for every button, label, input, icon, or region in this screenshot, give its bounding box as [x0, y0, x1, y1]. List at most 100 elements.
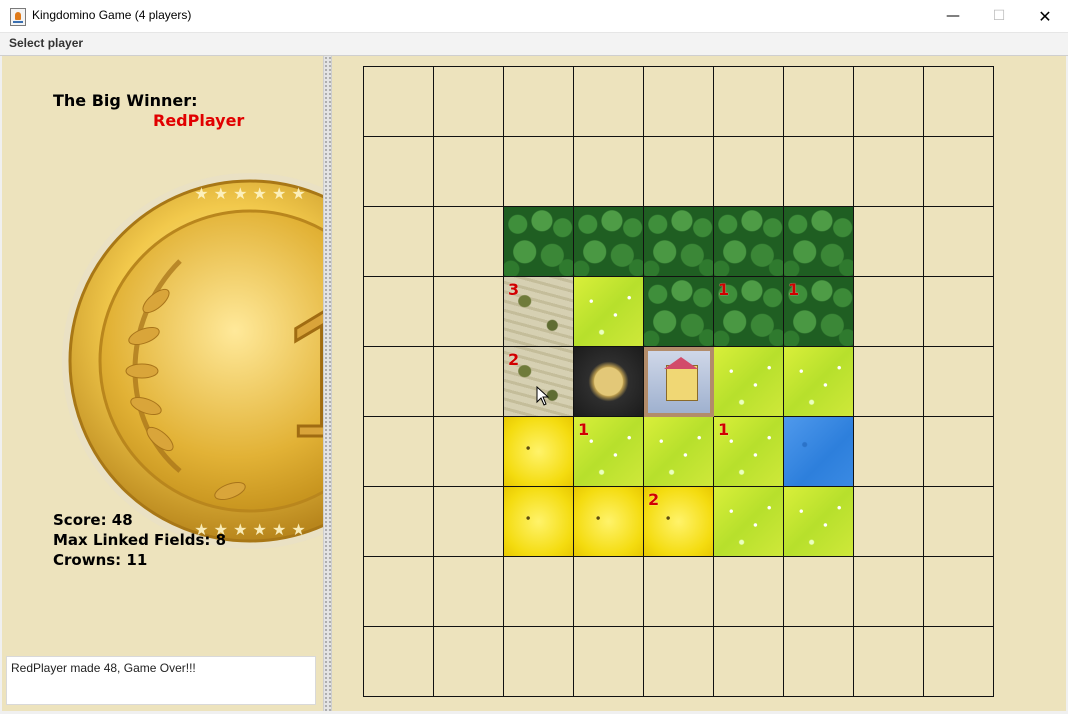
empty-cell[interactable] — [434, 277, 504, 347]
close-button[interactable]: ✕ — [1022, 0, 1068, 32]
empty-cell[interactable] — [784, 67, 854, 137]
tile-grass[interactable] — [784, 347, 854, 417]
tile-grass[interactable]: 1 — [714, 417, 784, 487]
empty-cell[interactable] — [854, 417, 924, 487]
empty-cell[interactable] — [364, 137, 434, 207]
window-title: Kingdomino Game (4 players) — [32, 8, 192, 22]
empty-cell[interactable] — [364, 207, 434, 277]
crown-count: 1 — [578, 420, 590, 439]
empty-cell[interactable] — [924, 207, 994, 277]
tile-forest[interactable] — [644, 207, 714, 277]
empty-cell[interactable] — [714, 557, 784, 627]
minimize-button[interactable]: — — [930, 0, 976, 32]
empty-cell[interactable] — [504, 137, 574, 207]
empty-cell[interactable] — [434, 627, 504, 697]
empty-cell[interactable] — [504, 627, 574, 697]
empty-cell[interactable] — [364, 557, 434, 627]
empty-cell[interactable] — [784, 627, 854, 697]
empty-cell[interactable] — [644, 67, 714, 137]
empty-cell[interactable] — [434, 487, 504, 557]
empty-cell[interactable] — [364, 277, 434, 347]
split-pane-divider[interactable] — [323, 56, 332, 711]
tile-swamp[interactable]: 2 — [504, 347, 574, 417]
medal-number: 1 — [275, 277, 323, 477]
empty-cell[interactable] — [854, 347, 924, 417]
tile-forest[interactable]: 1 — [714, 277, 784, 347]
empty-cell[interactable] — [924, 67, 994, 137]
empty-cell[interactable] — [854, 67, 924, 137]
empty-cell[interactable] — [434, 347, 504, 417]
empty-cell[interactable] — [854, 137, 924, 207]
empty-cell[interactable] — [364, 347, 434, 417]
empty-cell[interactable] — [854, 557, 924, 627]
empty-cell[interactable] — [504, 67, 574, 137]
crown-count: 2 — [508, 350, 520, 369]
castle-roof-icon — [664, 357, 698, 369]
tile-forest[interactable] — [644, 277, 714, 347]
tile-grass[interactable] — [574, 277, 644, 347]
tile-mine[interactable] — [574, 347, 644, 417]
empty-cell[interactable] — [644, 137, 714, 207]
crown-count: 3 — [508, 280, 520, 299]
castle-icon — [666, 365, 698, 401]
title-bar: Kingdomino Game (4 players) — ☐ ✕ — [0, 0, 1068, 33]
gold-medal-icon: ★ ★ ★ ★ ★ ★ ★ ★ ★ ★ ★ ★ 1 — [62, 173, 323, 549]
menu-bar: Select player — [0, 33, 1068, 56]
empty-cell[interactable] — [784, 137, 854, 207]
empty-cell[interactable] — [714, 67, 784, 137]
empty-cell[interactable] — [854, 487, 924, 557]
tile-water[interactable] — [784, 417, 854, 487]
tile-grass[interactable] — [714, 487, 784, 557]
empty-cell[interactable] — [644, 557, 714, 627]
empty-cell[interactable] — [854, 207, 924, 277]
empty-cell[interactable] — [924, 627, 994, 697]
tile-wheat[interactable] — [504, 417, 574, 487]
result-panel: ★ ★ ★ ★ ★ ★ ★ ★ ★ ★ ★ ★ 1 The Big Winner… — [2, 56, 323, 711]
empty-cell[interactable] — [364, 487, 434, 557]
tile-wheat[interactable] — [574, 487, 644, 557]
empty-cell[interactable] — [854, 627, 924, 697]
empty-cell[interactable] — [434, 137, 504, 207]
empty-cell[interactable] — [924, 277, 994, 347]
empty-cell[interactable] — [924, 557, 994, 627]
empty-cell[interactable] — [434, 557, 504, 627]
tile-grass[interactable]: 1 — [574, 417, 644, 487]
winner-name: RedPlayer — [153, 111, 245, 130]
empty-cell[interactable] — [504, 557, 574, 627]
tile-forest[interactable] — [714, 207, 784, 277]
tile-grass[interactable] — [784, 487, 854, 557]
empty-cell[interactable] — [364, 627, 434, 697]
game-log-textarea[interactable]: RedPlayer made 48, Game Over!!! — [6, 656, 316, 705]
empty-cell[interactable] — [924, 487, 994, 557]
empty-cell[interactable] — [924, 137, 994, 207]
empty-cell[interactable] — [574, 557, 644, 627]
tile-forest[interactable] — [784, 207, 854, 277]
empty-cell[interactable] — [714, 627, 784, 697]
empty-cell[interactable] — [924, 417, 994, 487]
empty-cell[interactable] — [364, 417, 434, 487]
menu-select-player[interactable]: Select player — [9, 36, 83, 50]
empty-cell[interactable] — [434, 207, 504, 277]
empty-cell[interactable] — [574, 137, 644, 207]
empty-cell[interactable] — [644, 627, 714, 697]
empty-cell[interactable] — [434, 417, 504, 487]
tile-forest[interactable] — [574, 207, 644, 277]
tile-forest[interactable] — [504, 207, 574, 277]
tile-grass[interactable] — [714, 347, 784, 417]
tile-castle[interactable] — [644, 347, 714, 417]
tile-forest[interactable]: 1 — [784, 277, 854, 347]
empty-cell[interactable] — [784, 557, 854, 627]
empty-cell[interactable] — [714, 137, 784, 207]
tile-swamp[interactable]: 3 — [504, 277, 574, 347]
tile-grass[interactable] — [644, 417, 714, 487]
empty-cell[interactable] — [854, 277, 924, 347]
tile-wheat[interactable]: 2 — [644, 487, 714, 557]
kingdom-grid: 3 1 1 2 1 1 2 — [363, 66, 994, 697]
empty-cell[interactable] — [574, 67, 644, 137]
empty-cell[interactable] — [434, 67, 504, 137]
tile-wheat[interactable] — [504, 487, 574, 557]
maximize-button[interactable]: ☐ — [976, 0, 1022, 32]
empty-cell[interactable] — [364, 67, 434, 137]
empty-cell[interactable] — [574, 627, 644, 697]
empty-cell[interactable] — [924, 347, 994, 417]
